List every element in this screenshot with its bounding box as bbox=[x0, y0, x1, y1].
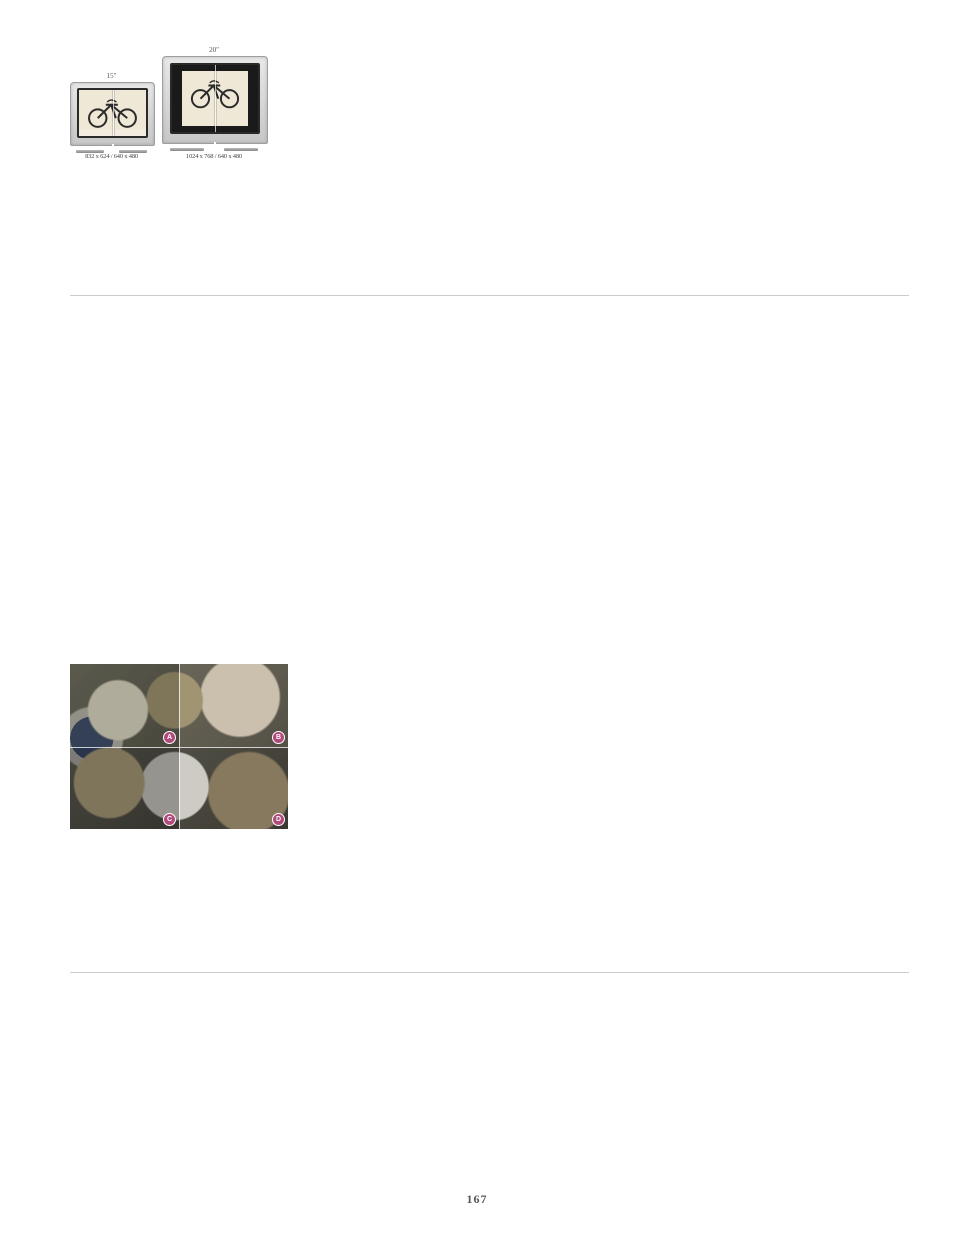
monitor-resolution-label: 1024 x 768 / 640 x 480 bbox=[162, 153, 266, 160]
figure-monitors: 15" bbox=[70, 35, 270, 160]
quadrant-badge-a: A bbox=[163, 731, 176, 744]
monitor-resolution-label: 832 x 624 / 640 x 480 bbox=[70, 153, 153, 160]
page-number: 167 bbox=[0, 1192, 954, 1207]
quadrant-badge-c: C bbox=[163, 813, 176, 826]
monitor-15in: 15" bbox=[70, 73, 153, 160]
monitor-size-label: 20" bbox=[162, 47, 266, 54]
monitor-size-label: 15" bbox=[70, 73, 153, 80]
divider bbox=[70, 295, 909, 296]
quadrant-badge-d: D bbox=[272, 813, 285, 826]
quadrant-divider-vertical bbox=[179, 664, 180, 829]
quadrant-badge-b: B bbox=[272, 731, 285, 744]
figure-coins-quadrants: A B C D bbox=[70, 664, 288, 829]
divider bbox=[70, 972, 909, 973]
monitor-20in: 20" bbox=[162, 47, 266, 160]
